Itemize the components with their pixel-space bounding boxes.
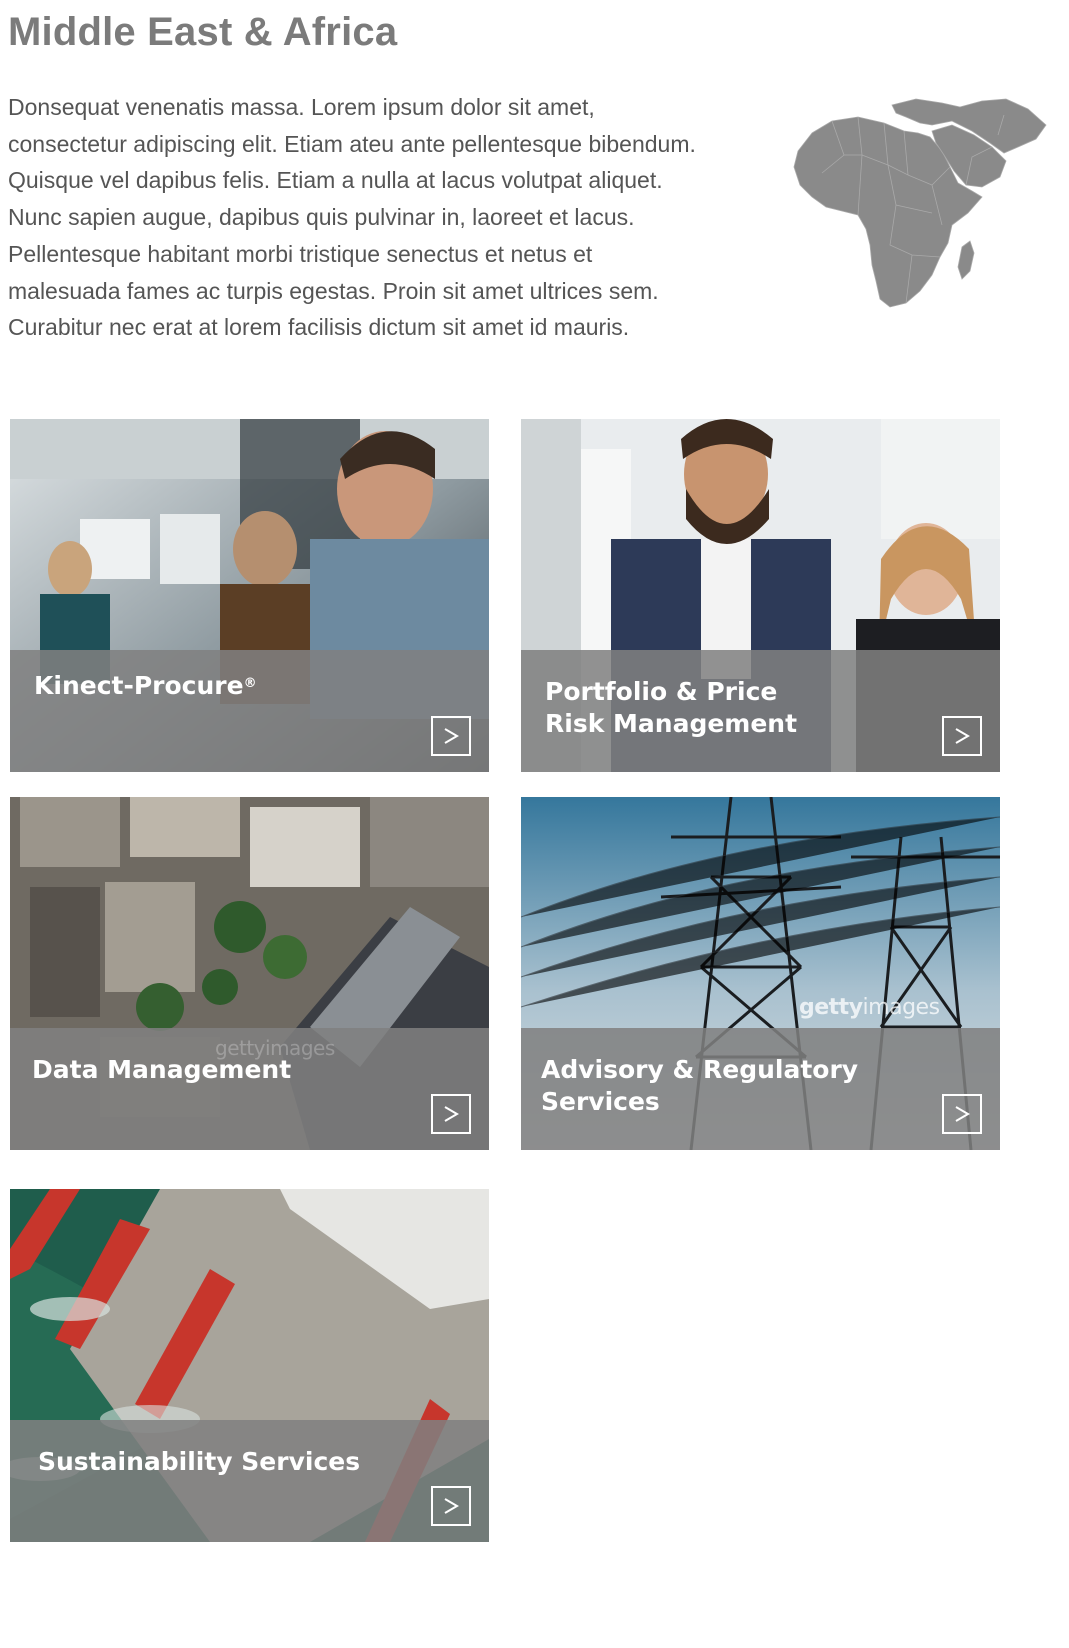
tile-caption-bar: Portfolio & Price Risk Management xyxy=(521,650,1000,772)
arrow-right-button[interactable] xyxy=(431,1486,471,1526)
arrow-right-button[interactable] xyxy=(431,1094,471,1134)
chevron-right-icon xyxy=(444,1106,459,1122)
intro-line: Pellentesque habitant morbi tristique se… xyxy=(8,240,593,267)
intro-line: malesuada fames ac turpis egestas. Proin… xyxy=(8,277,659,304)
tile-caption-bar: Kinect-Procure® xyxy=(10,650,489,772)
intro-paragraph: Donsequat venenatis massa. Lorem ipsum d… xyxy=(8,89,798,346)
tile-title: Kinect-Procure® xyxy=(34,671,257,700)
gettyimages-watermark: gettyimages xyxy=(799,995,940,1020)
tile-caption-bar: gettyimages Data Management xyxy=(10,1028,489,1150)
service-tile-kinect-procure[interactable]: Kinect-Procure® xyxy=(10,419,489,772)
tile-title: Sustainability Services xyxy=(38,1447,361,1476)
tile-caption-bar: Sustainability Services xyxy=(10,1420,489,1542)
intro-line: Donsequat venenatis massa. Lorem ipsum d… xyxy=(8,94,595,120)
arrow-right-button[interactable] xyxy=(942,716,982,756)
intro-line: Nunc sapien augue, dapibus quis pulvinar… xyxy=(8,204,635,231)
intro-line: Quisque vel dapibus felis. Etiam a nulla… xyxy=(8,167,663,194)
chevron-right-icon xyxy=(955,728,970,744)
arrow-right-button[interactable] xyxy=(431,716,471,756)
chevron-right-icon xyxy=(444,728,459,744)
tile-title: Data Management xyxy=(32,1055,292,1084)
intro-line: Curabitur nec erat at lorem facilisis di… xyxy=(8,314,630,341)
middle-east-africa-map-icon xyxy=(793,98,1047,308)
intro-line: consectetur adipiscing elit. Etiam ateu … xyxy=(8,130,696,157)
service-tile-sustainability[interactable]: Sustainability Services xyxy=(10,1189,489,1542)
service-tile-data-management[interactable]: gettyimages Data Management xyxy=(10,797,489,1150)
service-tile-advisory-regulatory[interactable]: gettyimages Advisory & Regulatory Servic… xyxy=(521,797,1000,1150)
arrow-right-button[interactable] xyxy=(942,1094,982,1134)
tile-caption-bar: Advisory & Regulatory Services xyxy=(521,1028,1000,1150)
service-tile-portfolio-price-risk[interactable]: Portfolio & Price Risk Management xyxy=(521,419,1000,772)
tile-title: Advisory & Regulatory Services xyxy=(541,1055,859,1116)
chevron-right-icon xyxy=(955,1106,970,1122)
chevron-right-icon xyxy=(444,1498,459,1514)
tile-title: Portfolio & Price Risk Management xyxy=(545,677,798,738)
page-title: Middle East & Africa xyxy=(8,10,398,54)
